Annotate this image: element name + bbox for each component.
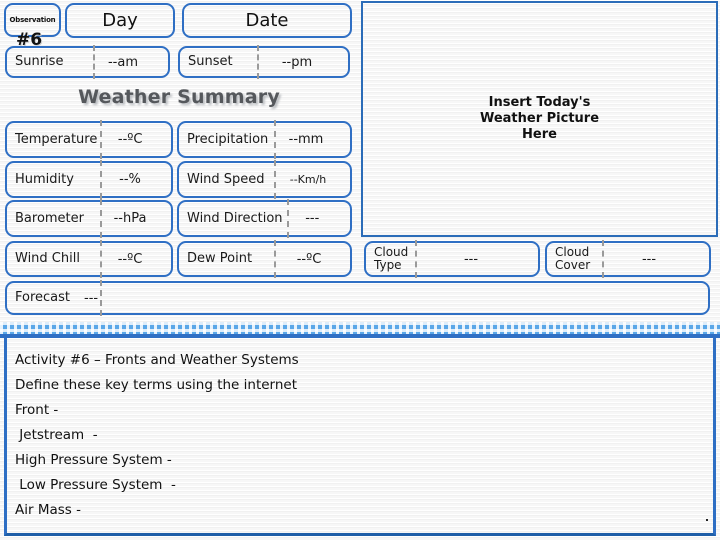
- cloud-cover-label: Cloud Cover: [555, 245, 591, 272]
- day-field[interactable]: Day: [65, 3, 175, 38]
- precipitation-label: Precipitation: [187, 131, 269, 147]
- sunset-value: --pm: [281, 54, 313, 70]
- humidity-value: --%: [119, 172, 141, 187]
- weather-observation-worksheet: Observation #6 Day Date Sunrise --am Sun…: [0, 0, 720, 540]
- field-divider: [287, 199, 289, 238]
- observation-label: Observation: [9, 16, 56, 24]
- cloud-type-field[interactable]: Cloud Type ---: [364, 240, 540, 278]
- wind-chill-field[interactable]: Wind Chill --ºC: [5, 240, 173, 278]
- activity-line: Jetstream -: [15, 427, 98, 443]
- temperature-label: Temperature: [15, 131, 98, 147]
- wind-chill-value: --ºC: [117, 251, 143, 267]
- forecast-label: Forecast: [15, 290, 71, 306]
- sunrise-label: Sunrise: [15, 54, 64, 70]
- cloud-type-value: ---: [463, 251, 479, 267]
- forecast-field[interactable]: Forecast ---: [5, 280, 710, 316]
- wind-speed-value: --Km/h: [289, 173, 327, 186]
- activity-section: Activity #6 – Fronts and Weather Systems…: [4, 338, 716, 536]
- field-divider: [415, 240, 417, 278]
- activity-line: Air Mass -: [15, 502, 81, 518]
- humidity-field[interactable]: Humidity --%: [5, 160, 173, 199]
- barometer-value: --hPa: [113, 211, 147, 226]
- observation-form-section: Observation #6 Day Date Sunrise --am Sun…: [0, 0, 720, 322]
- dew-point-label: Dew Point: [187, 251, 253, 267]
- dew-point-field[interactable]: Dew Point --ºC: [177, 240, 352, 278]
- field-divider: [100, 199, 102, 238]
- barometer-field[interactable]: Barometer --hPa: [5, 199, 173, 238]
- sunrise-value: --am: [107, 54, 138, 70]
- corner-mark: [706, 519, 708, 521]
- cloud-cover-field[interactable]: Cloud Cover ---: [545, 240, 711, 278]
- picture-placeholder-line1: Insert Today's: [488, 94, 591, 110]
- precipitation-value: --mm: [288, 132, 324, 147]
- wind-direction-value: ---: [305, 211, 320, 226]
- sunset-label: Sunset: [188, 54, 233, 70]
- field-divider: [274, 240, 276, 278]
- precipitation-field[interactable]: Precipitation --mm: [177, 120, 352, 159]
- dew-point-value: --ºC: [296, 251, 322, 267]
- field-divider: [602, 240, 604, 278]
- weather-picture-placeholder[interactable]: Insert Today's Weather Picture Here: [361, 1, 718, 237]
- cloud-cover-value: ---: [641, 251, 657, 267]
- field-divider: [93, 45, 95, 79]
- field-divider: [274, 120, 276, 159]
- activity-line: Define these key terms using the interne…: [15, 377, 298, 393]
- forecast-value: ---: [84, 290, 99, 306]
- field-divider: [100, 280, 102, 316]
- field-divider: [257, 45, 259, 79]
- wind-chill-label: Wind Chill: [15, 251, 80, 267]
- wind-speed-field[interactable]: Wind Speed --Km/h: [177, 160, 352, 199]
- activity-line: Activity #6 – Fronts and Weather Systems: [15, 352, 299, 368]
- date-label: Date: [245, 10, 289, 31]
- wind-direction-label: Wind Direction: [187, 210, 283, 226]
- picture-placeholder-line3: Here: [522, 127, 557, 143]
- picture-placeholder-line2: Weather Picture: [479, 110, 600, 126]
- activity-line: Front -: [15, 402, 59, 418]
- field-divider: [100, 160, 102, 199]
- field-divider: [274, 160, 276, 199]
- wind-speed-label: Wind Speed: [187, 171, 265, 187]
- barometer-label: Barometer: [15, 210, 84, 226]
- sunrise-field[interactable]: Sunrise --am: [5, 45, 170, 79]
- day-label: Day: [102, 10, 138, 31]
- sunset-field[interactable]: Sunset --pm: [178, 45, 350, 79]
- temperature-value: --ºC: [117, 132, 143, 147]
- activity-line: Low Pressure System -: [15, 477, 176, 493]
- weather-summary-title: Weather Summary: [78, 86, 280, 108]
- date-field[interactable]: Date: [182, 3, 352, 38]
- picture-placeholder-text: Insert Today's Weather Picture Here: [480, 95, 599, 144]
- humidity-label: Humidity: [15, 171, 74, 187]
- temperature-field[interactable]: Temperature --ºC: [5, 120, 173, 159]
- field-divider: [100, 120, 102, 159]
- field-divider: [100, 240, 102, 278]
- activity-line: High Pressure System -: [15, 452, 172, 468]
- wind-direction-field[interactable]: Wind Direction ---: [177, 199, 352, 238]
- cloud-type-label: Cloud Type: [374, 245, 409, 272]
